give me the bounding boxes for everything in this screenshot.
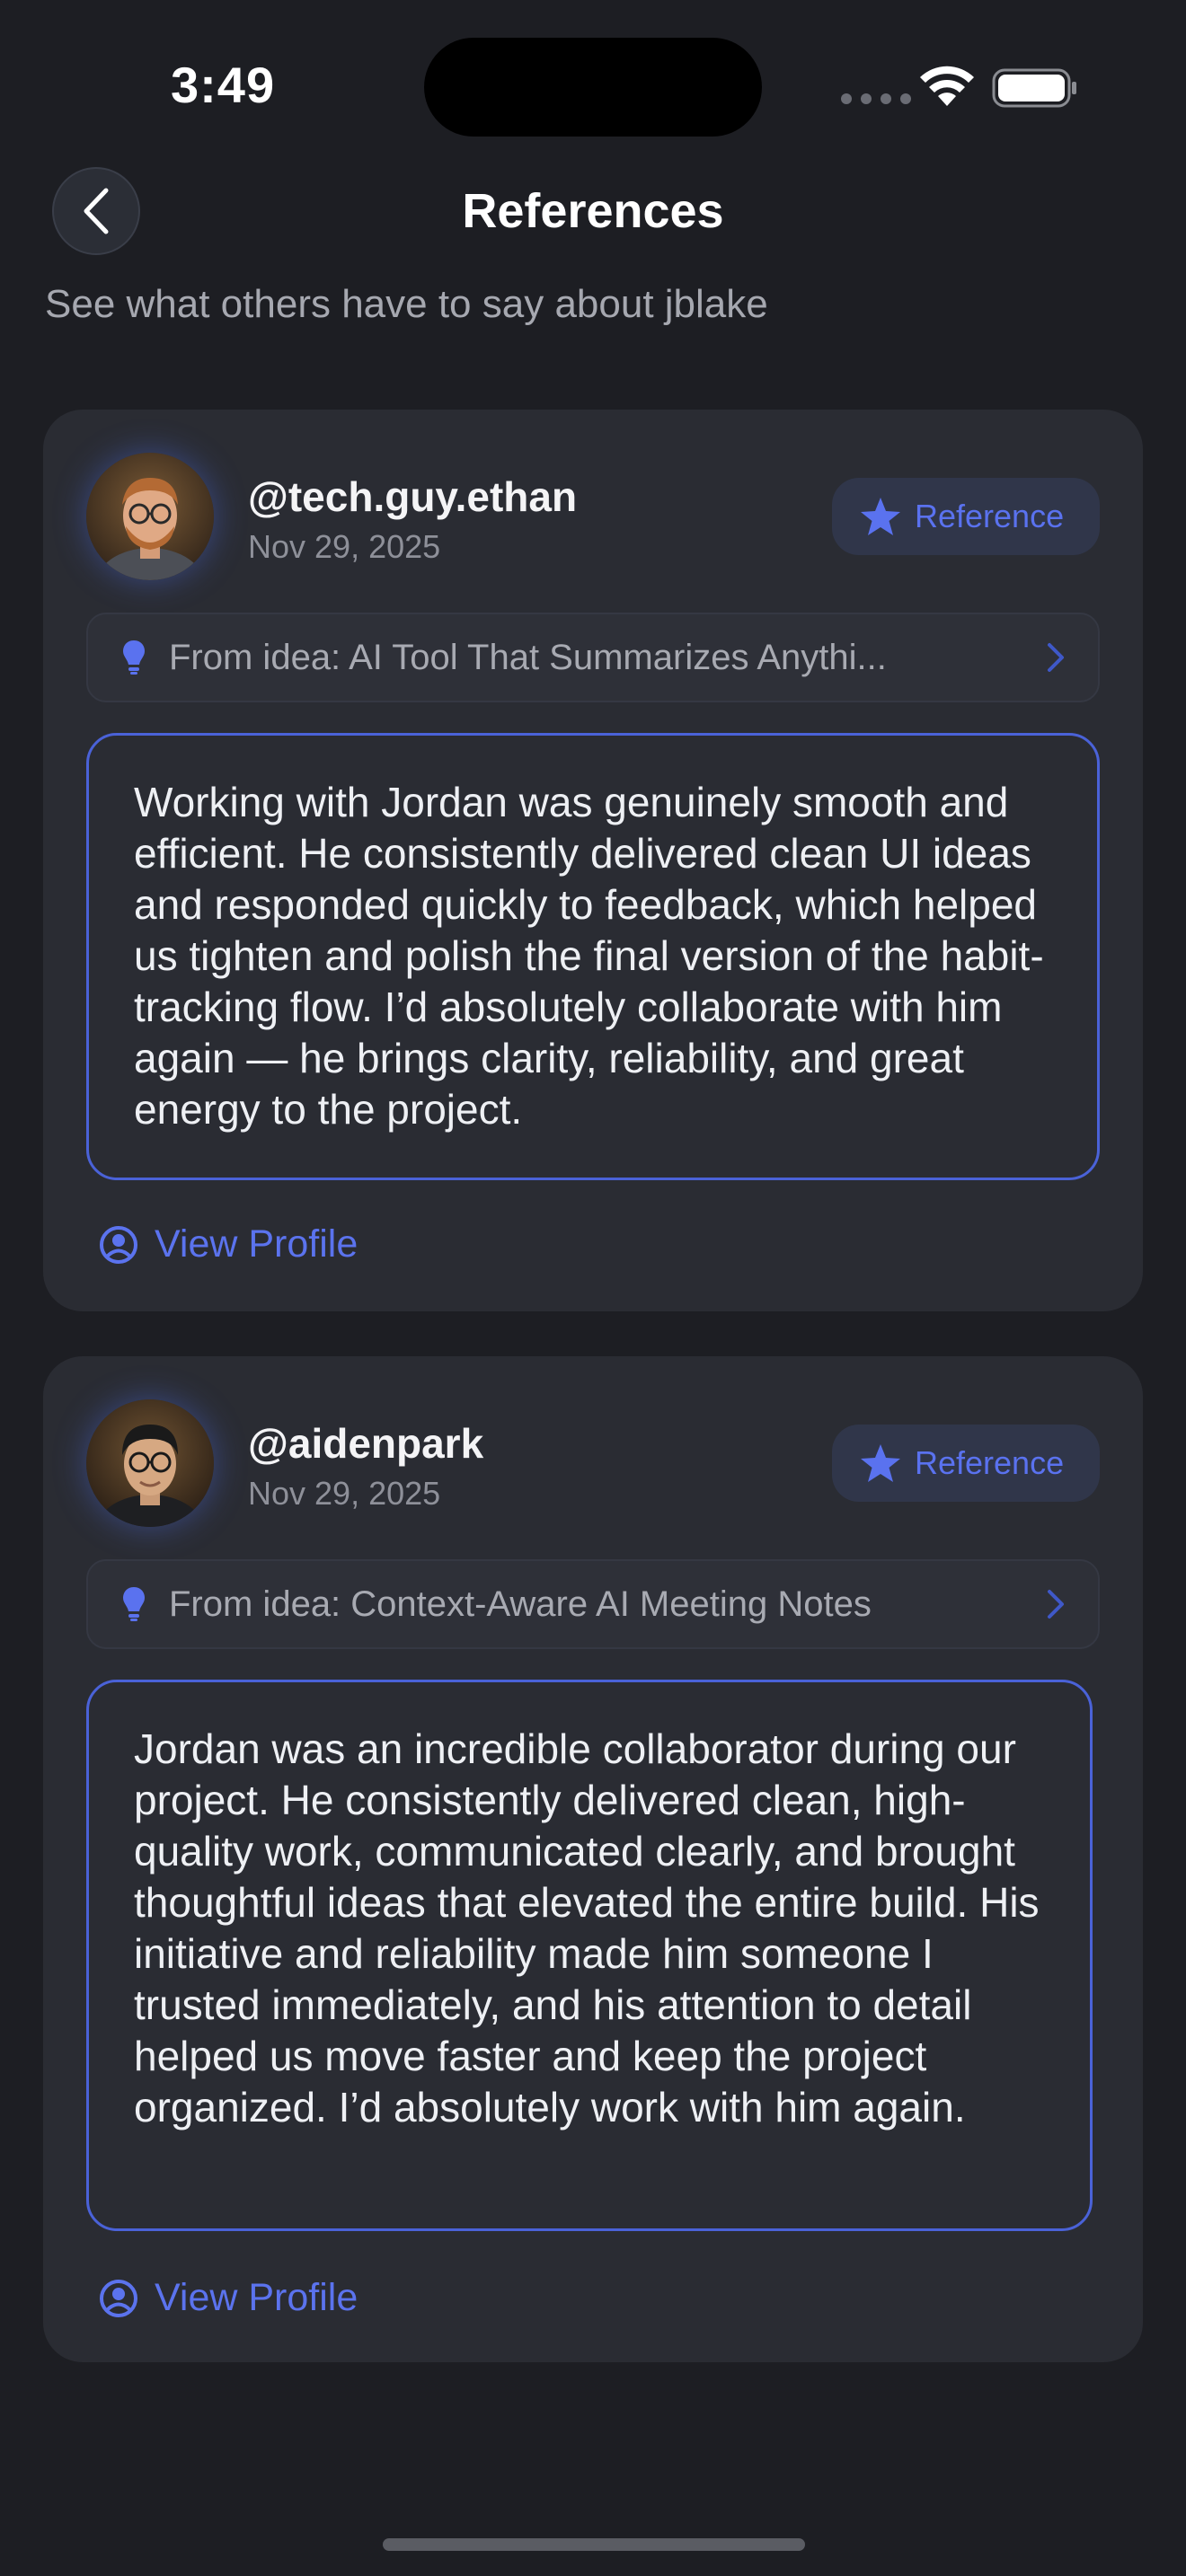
reference-text-box: Jordan was an incredible collaborator du…: [86, 1680, 1093, 2231]
star-icon: [861, 498, 900, 535]
idea-label: From idea: Context-Aware AI Meeting Note…: [169, 1584, 872, 1624]
star-icon: [861, 1444, 900, 1482]
view-profile-button[interactable]: View Profile: [99, 1222, 358, 1266]
status-time: 3:49: [171, 57, 276, 113]
lightbulb-icon: [123, 1587, 145, 1621]
page-subtitle: See what others have to say about jblake: [45, 282, 768, 326]
person-circle-icon: [100, 1225, 137, 1264]
reference-date: Nov 29, 2025: [248, 1475, 441, 1512]
lightbulb-icon: [123, 640, 145, 675]
cellular-signal-icon: [841, 93, 911, 104]
person-circle-icon: [100, 2279, 137, 2317]
reference-text: Jordan was an incredible collaborator du…: [134, 1725, 1040, 2130]
battery-icon: [992, 68, 1076, 108]
avatar[interactable]: [86, 1399, 214, 1527]
reference-badge-label: Reference: [915, 498, 1065, 534]
reference-card: @aidenpark Nov 29, 2025 Reference From i…: [43, 1356, 1143, 2362]
page-title: References: [462, 184, 724, 238]
view-profile-label: View Profile: [155, 1222, 358, 1266]
reference-date: Nov 29, 2025: [248, 528, 441, 565]
username[interactable]: @tech.guy.ethan: [248, 472, 577, 521]
avatar[interactable]: [86, 453, 214, 580]
view-profile-button[interactable]: View Profile: [99, 2276, 358, 2320]
view-profile-label: View Profile: [155, 2276, 358, 2319]
idea-link[interactable]: From idea: AI Tool That Summarizes Anyth…: [86, 613, 1100, 702]
reference-badge: Reference: [832, 478, 1100, 555]
reference-text: Working with Jordan was genuinely smooth…: [134, 779, 1044, 1133]
reference-badge-label: Reference: [915, 1444, 1065, 1481]
wifi-icon: [920, 66, 974, 106]
chevron-right-icon: [1048, 1590, 1064, 1619]
home-indicator[interactable]: [383, 2538, 805, 2551]
chevron-right-icon: [1048, 643, 1064, 672]
idea-label: From idea: AI Tool That Summarizes Anyth…: [169, 637, 887, 677]
dynamic-island: [424, 38, 762, 137]
idea-link[interactable]: From idea: Context-Aware AI Meeting Note…: [86, 1559, 1100, 1649]
username[interactable]: @aidenpark: [248, 1419, 483, 1468]
reference-text-box: Working with Jordan was genuinely smooth…: [86, 733, 1100, 1180]
reference-card: @tech.guy.ethan Nov 29, 2025 Reference F…: [43, 410, 1143, 1311]
reference-badge: Reference: [832, 1425, 1100, 1502]
